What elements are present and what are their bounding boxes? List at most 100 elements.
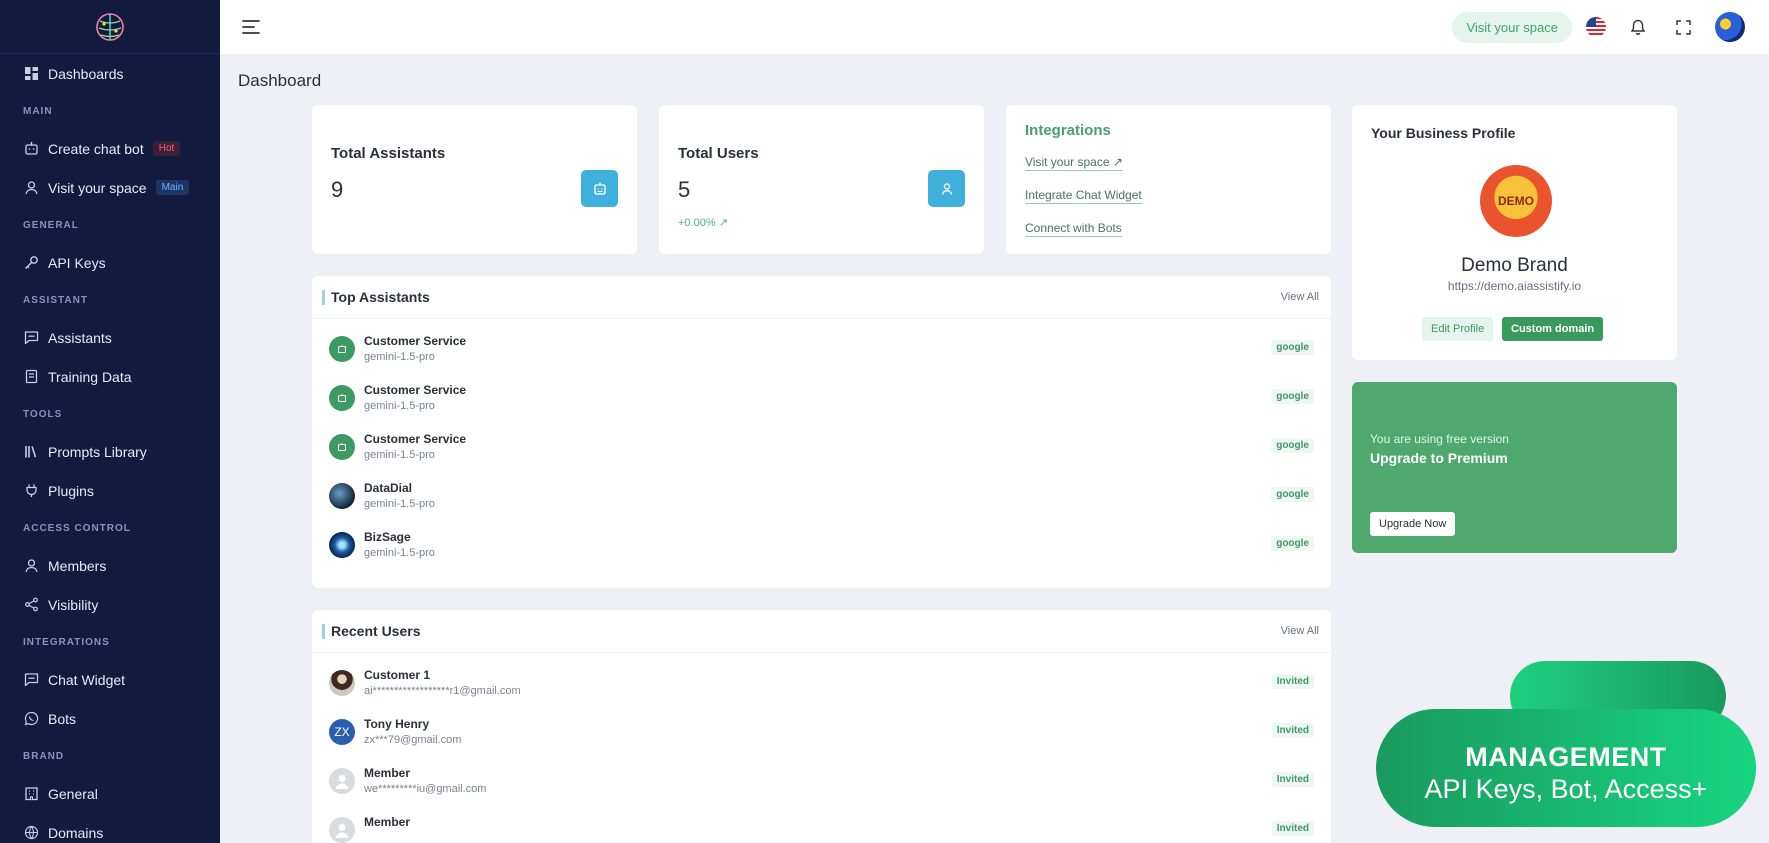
assistant-row[interactable]: DataDial gemini-1.5-pro google xyxy=(312,477,1331,517)
link-label: Visit your space xyxy=(1025,155,1110,169)
user-row[interactable]: ZX Tony Henry zx***79@gmail.com Invited xyxy=(312,713,1331,753)
assistant-model: gemini-1.5-pro xyxy=(364,498,435,510)
upgrade-now-button[interactable]: Upgrade Now xyxy=(1370,512,1456,536)
brand-name: Demo Brand xyxy=(1461,255,1568,276)
logo[interactable] xyxy=(0,0,220,54)
sidebar-item-api-keys[interactable]: API Keys xyxy=(0,243,220,282)
chat-icon xyxy=(23,672,39,688)
sidebar-item-label: Members xyxy=(48,557,107,574)
visit-space-button[interactable]: Visit your space xyxy=(1452,11,1572,43)
custom-domain-button[interactable]: Custom domain xyxy=(1502,317,1604,341)
assistant-row[interactable]: BizSage gemini-1.5-pro google xyxy=(312,526,1331,566)
sidebar: Dashboards MAIN Create chat bot Hot Visit yo… xyxy=(0,0,220,843)
assistant-row[interactable]: Customer Service gemini-1.5-pro google xyxy=(312,379,1331,419)
user-name: Member xyxy=(364,766,411,780)
book-icon xyxy=(23,369,39,385)
sidebar-item-label: Visibility xyxy=(48,596,99,613)
card-title: Recent Users xyxy=(331,623,421,639)
chat-icon xyxy=(23,330,39,346)
total-users-card: Total Users 5 +0.00% ↗ xyxy=(659,105,984,254)
user-avatar xyxy=(329,670,355,696)
brain-logo-icon xyxy=(96,12,124,41)
sidebar-item-members[interactable]: Members xyxy=(0,546,220,585)
user-email: we*********iu@gmail.com xyxy=(364,783,487,795)
brand-url: https://demo.aiassistify.io xyxy=(1447,279,1582,293)
bot-avatar-icon xyxy=(329,434,355,460)
provider-badge: google xyxy=(1271,536,1314,551)
integrations-title: Integrations xyxy=(1025,122,1111,139)
user-name: Customer 1 xyxy=(364,668,431,682)
key-icon xyxy=(23,255,39,271)
recent-users-card: Recent Users View All Customer 1 ai******… xyxy=(312,610,1331,843)
sidebar-item-label: Prompts Library xyxy=(48,443,147,460)
assistant-model: gemini-1.5-pro xyxy=(364,351,435,363)
stat-value: 9 xyxy=(331,177,344,202)
visit-space-link[interactable]: Visit your space ↗ xyxy=(1025,155,1123,171)
status-badge: Invited xyxy=(1271,772,1314,787)
sidebar-category: GENERAL xyxy=(23,219,79,231)
sidebar-category: TOOLS xyxy=(23,408,63,420)
user-avatar[interactable] xyxy=(1715,12,1745,42)
sidebar-item-plugins[interactable]: Plugins xyxy=(0,471,220,510)
stat-change: +0.00% ↗ xyxy=(678,216,728,229)
integrate-widget-link[interactable]: Integrate Chat Widget xyxy=(1025,188,1142,204)
sidebar-item-label: Training Data xyxy=(48,368,132,385)
sidebar-item-visit-your-space[interactable]: Visit your space Main xyxy=(0,168,220,207)
view-all-assistants-link[interactable]: View All xyxy=(1281,291,1319,303)
fullscreen-icon[interactable] xyxy=(1670,14,1696,40)
assistant-row[interactable]: Customer Service gemini-1.5-pro google xyxy=(312,330,1331,370)
user-row[interactable]: Member Invited xyxy=(312,811,1331,843)
whatsapp-icon xyxy=(23,711,39,727)
status-badge: Invited xyxy=(1271,674,1314,689)
assistant-name: Customer Service xyxy=(364,383,467,397)
robot-icon xyxy=(581,170,618,207)
sidebar-item-training-data[interactable]: Training Data xyxy=(0,357,220,396)
sidebar-item-visibility[interactable]: Visibility xyxy=(0,585,220,624)
user-row[interactable]: Customer 1 ai******************r1@gmail.c… xyxy=(312,664,1331,704)
top-assistants-card: Top Assistants View All Customer Service… xyxy=(312,276,1331,588)
plug-icon xyxy=(23,483,39,499)
assistant-avatar xyxy=(329,483,355,509)
sidebar-item-dashboards[interactable]: Dashboards xyxy=(0,54,220,93)
card-title: Your Business Profile xyxy=(1371,125,1516,141)
upgrade-card: You are using free version Upgrade to Pr… xyxy=(1352,382,1677,553)
integrations-card: Integrations Visit your space ↗ Integrat… xyxy=(1006,105,1331,254)
default-avatar-icon xyxy=(329,817,355,843)
sidebar-item-chat-widget[interactable]: Chat Widget xyxy=(0,660,220,699)
edit-profile-button[interactable]: Edit Profile xyxy=(1422,317,1494,341)
user-icon xyxy=(928,170,965,207)
sidebar-item-domains[interactable]: Domains xyxy=(0,813,220,843)
menu-toggle-icon[interactable] xyxy=(240,16,262,38)
assistant-model: gemini-1.5-pro xyxy=(364,547,435,559)
default-avatar-icon xyxy=(329,768,355,794)
assistant-model: gemini-1.5-pro xyxy=(364,400,435,412)
user-email: zx***79@gmail.com xyxy=(364,734,462,746)
sidebar-nav: Dashboards MAIN Create chat bot Hot Visit yo… xyxy=(0,54,220,843)
sidebar-item-create-chat-bot[interactable]: Create chat bot Hot xyxy=(0,129,220,168)
user-row[interactable]: Member we*********iu@gmail.com Invited xyxy=(312,762,1331,802)
sidebar-category: BRAND xyxy=(23,750,65,762)
sidebar-category: ACCESS CONTROL xyxy=(23,522,131,534)
sidebar-category: ASSISTANT xyxy=(23,294,88,306)
brand-logo: DEMO xyxy=(1480,165,1552,237)
provider-badge: google xyxy=(1271,487,1314,502)
sidebar-item-general[interactable]: General xyxy=(0,774,220,813)
bell-icon[interactable] xyxy=(1625,14,1651,40)
card-header: Recent Users View All xyxy=(312,610,1331,653)
user-name: Member xyxy=(364,815,411,829)
sidebar-item-label: Domains xyxy=(48,824,104,841)
sidebar-item-label: API Keys xyxy=(48,254,106,271)
globe-icon xyxy=(23,825,39,841)
assistant-name: Customer Service xyxy=(364,432,467,446)
us-flag-icon[interactable] xyxy=(1586,17,1606,37)
assistant-name: BizSage xyxy=(364,530,411,544)
accent-bar xyxy=(322,290,325,305)
provider-badge: google xyxy=(1271,438,1314,453)
assistant-row[interactable]: Customer Service gemini-1.5-pro google xyxy=(312,428,1331,468)
sidebar-item-prompts-library[interactable]: Prompts Library xyxy=(0,432,220,471)
view-all-users-link[interactable]: View All xyxy=(1281,625,1319,637)
sidebar-item-assistants[interactable]: Assistants xyxy=(0,318,220,357)
sidebar-item-bots[interactable]: Bots xyxy=(0,699,220,738)
assistant-name: DataDial xyxy=(364,481,413,495)
connect-bots-link[interactable]: Connect with Bots xyxy=(1025,221,1122,237)
